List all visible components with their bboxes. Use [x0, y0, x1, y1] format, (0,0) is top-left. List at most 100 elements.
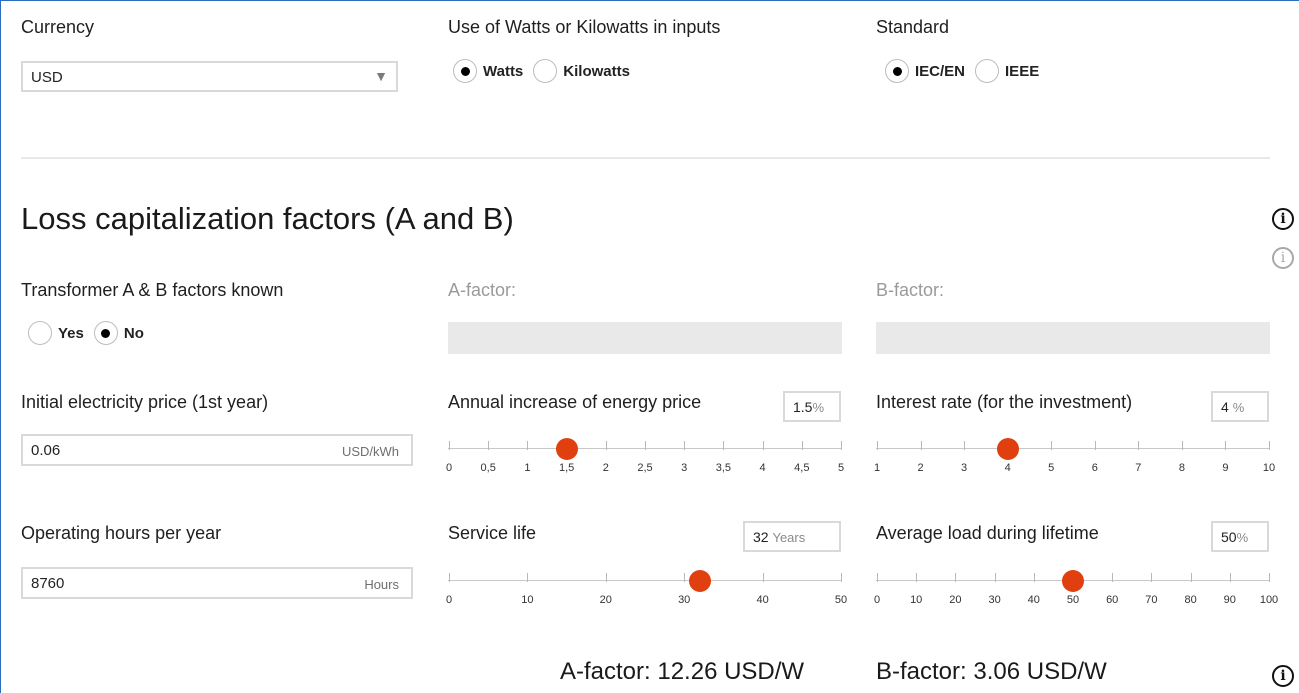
radio-ieee-label[interactable]: IEEE — [1005, 63, 1039, 80]
slider-tick-label: 100 — [1259, 594, 1279, 606]
radio-yes-label[interactable]: Yes — [58, 325, 84, 342]
slider-tick — [605, 441, 607, 450]
average-load-unit: % — [1236, 530, 1249, 545]
slider-tick-label: 20 — [599, 594, 612, 606]
slider-tick-label: 10 — [1262, 462, 1276, 474]
slider-tick-label: 30 — [678, 594, 691, 606]
average-load-thumb[interactable] — [1062, 570, 1084, 592]
slider-tick-label: 8 — [1178, 462, 1185, 474]
slider-tick — [449, 573, 450, 582]
average-load-slider[interactable]: 0 10 20 30 40 50 60 70 80 90 100 — [874, 556, 1278, 616]
slider-tick-label: 40 — [756, 594, 769, 606]
energy-price-increase-unit: % — [812, 400, 825, 415]
slider-tick — [916, 573, 918, 582]
section-title: Loss capitalization factors (A and B) — [21, 201, 514, 236]
energy-price-increase-slider[interactable]: 0 0,5 1 1,5 2 2,5 3 3,5 4 4,5 5 — [446, 424, 844, 484]
slider-tick-label: 5 — [1048, 462, 1055, 474]
slider-tick-label: 50 — [1066, 594, 1080, 606]
slider-tick — [1269, 441, 1270, 450]
slider-tick-label: 1 — [873, 462, 881, 474]
slider-tick-label: 90 — [1223, 594, 1236, 606]
service-life-thumb[interactable] — [688, 570, 711, 592]
operating-hours-input[interactable]: 8760 Hours — [21, 567, 413, 599]
slider-tick — [964, 441, 966, 450]
operating-hours-unit: Hours — [364, 577, 399, 592]
electricity-price-unit: USD/kWh — [341, 444, 399, 459]
slider-tick — [877, 573, 878, 582]
radio-yes[interactable] — [28, 321, 52, 345]
radio-iec-en[interactable] — [885, 59, 909, 83]
electricity-price-input[interactable]: 0.06 USD/kWh — [21, 434, 413, 466]
slider-tick — [877, 441, 878, 450]
info-icon-secondary[interactable]: i — [1272, 247, 1294, 269]
slider-tick — [1225, 441, 1227, 450]
radio-ieee[interactable] — [975, 59, 1000, 83]
service-life-value-box[interactable]: 32 Years — [743, 521, 841, 552]
service-life-label: Service life — [448, 523, 537, 543]
slider-tick — [1181, 441, 1183, 450]
energy-price-increase-value: 1.5 — [793, 399, 813, 415]
slider-tick-label: 9 — [1222, 462, 1229, 474]
slider-tick-label: 3,5 — [715, 462, 732, 474]
radio-no-label[interactable]: No — [124, 325, 144, 342]
info-icon[interactable]: i — [1272, 208, 1294, 230]
interest-rate-thumb[interactable] — [996, 438, 1019, 460]
units-radio-group: Watts Kilowatts — [453, 59, 634, 83]
slider-tick — [527, 441, 529, 450]
interest-rate-value-box[interactable]: 4 % — [1211, 391, 1269, 422]
slider-tick — [1229, 573, 1231, 582]
energy-price-increase-thumb[interactable] — [555, 438, 578, 460]
slider-tick — [955, 573, 957, 582]
slider-tick — [449, 441, 450, 450]
slider-tick-label: 40 — [1027, 594, 1040, 606]
radio-kilowatts-label[interactable]: Kilowatts — [563, 63, 630, 80]
slider-tick-label: 2 — [602, 462, 609, 474]
currency-label: Currency — [21, 17, 95, 37]
slider-tick — [1112, 573, 1114, 582]
slider-tick — [605, 573, 607, 582]
slider-tick-label: 70 — [1145, 594, 1158, 606]
electricity-price-value: 0.06 — [31, 442, 61, 459]
slider-tick — [762, 573, 764, 582]
slider-tick-label: 3 — [961, 462, 968, 474]
radio-watts-label[interactable]: Watts — [483, 63, 523, 80]
a-factor-input — [448, 322, 842, 354]
slider-tick — [1033, 573, 1035, 582]
slider-tick — [527, 573, 529, 582]
slider-tick-label: 6 — [1091, 462, 1098, 474]
service-life-slider[interactable]: 0 10 20 30 40 50 — [446, 556, 847, 616]
slider-tick — [645, 441, 646, 450]
a-factor-input-label: A-factor: — [448, 280, 517, 300]
interest-rate-track[interactable] — [876, 448, 1270, 449]
energy-price-increase-label: Annual increase of energy price — [448, 392, 702, 412]
units-label: Use of Watts or Kilowatts in inputs — [448, 17, 721, 37]
slider-tick-label: 50 — [834, 594, 848, 606]
average-load-value-box[interactable]: 50% — [1211, 521, 1269, 552]
slider-tick — [1151, 573, 1153, 582]
radio-watts[interactable] — [453, 59, 477, 83]
operating-hours-value: 8760 — [31, 575, 65, 592]
factors-known-label: Transformer A & B factors known — [21, 280, 284, 300]
slider-tick — [1051, 441, 1053, 450]
b-factor-input-label: B-factor: — [876, 280, 945, 300]
service-life-track[interactable] — [448, 580, 842, 581]
service-life-unit: Years — [772, 530, 806, 545]
results-info-icon[interactable]: i — [1272, 665, 1294, 687]
slider-tick — [1138, 441, 1140, 450]
currency-select[interactable]: USD ▼ — [21, 61, 398, 92]
slider-tick — [801, 441, 803, 450]
energy-price-increase-value-box[interactable]: 1.5% — [783, 391, 841, 422]
slider-tick — [1190, 573, 1192, 582]
dropdown-arrow-icon: ▼ — [374, 68, 388, 84]
slider-tick-label: 1,5 — [558, 462, 575, 474]
slider-tick — [920, 441, 922, 450]
radio-kilowatts[interactable] — [533, 59, 558, 83]
service-life-value: 32 — [753, 529, 769, 545]
slider-tick-label: 2 — [917, 462, 924, 474]
average-load-value: 50 — [1221, 529, 1237, 545]
radio-no[interactable] — [93, 321, 118, 345]
interest-rate-slider[interactable]: 1 2 3 4 5 6 7 8 9 10 — [873, 424, 1275, 484]
average-load-label: Average load during lifetime — [876, 523, 1099, 543]
slider-tick-label: 4 — [1004, 462, 1011, 474]
radio-iec-en-label[interactable]: IEC/EN — [915, 63, 965, 80]
